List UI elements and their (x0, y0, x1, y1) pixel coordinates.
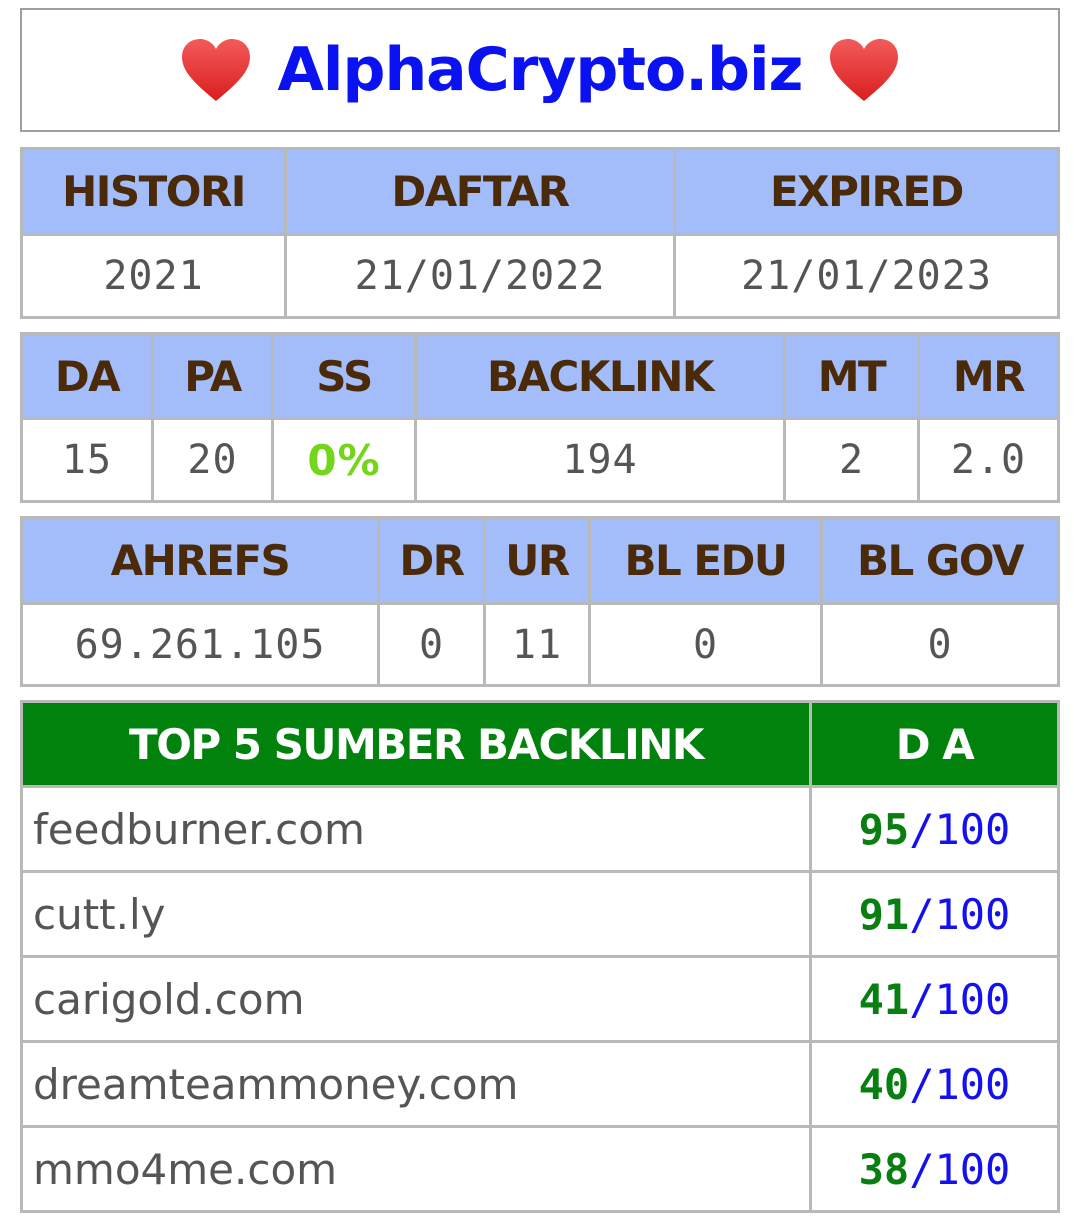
source-da: 41/100 (809, 955, 1060, 1043)
da-max: /100 (909, 1059, 1011, 1109)
da-max: /100 (909, 889, 1011, 939)
heart-icon (830, 39, 899, 101)
heart-icon (181, 39, 250, 101)
value-mt: 2 (783, 417, 920, 503)
header-backlink: BACKLINK (414, 332, 786, 420)
site-title: AlphaCrypto.biz (277, 35, 804, 105)
header-bl-edu: BL EDU (588, 516, 823, 605)
source-da: 95/100 (809, 785, 1060, 873)
da-value: 38 (858, 1144, 910, 1194)
da-value: 91 (858, 889, 910, 939)
header-ahrefs: AHREFS (20, 516, 380, 605)
da-max: /100 (909, 1144, 1011, 1194)
value-bl-gov: 0 (820, 602, 1060, 687)
header-ur: UR (483, 516, 591, 605)
header-histori: HISTORI (20, 147, 287, 236)
table-row: carigold.com 41/100 (20, 955, 1060, 1043)
source-da: 91/100 (809, 870, 1060, 958)
value-backlink: 194 (414, 417, 786, 503)
value-daftar: 21/01/2022 (284, 233, 676, 319)
header-expired: EXPIRED (673, 147, 1060, 236)
da-value: 41 (858, 974, 910, 1024)
metrics-table: DA PA SS BACKLINK MT MR 15 20 0% 194 2 2… (20, 332, 1060, 503)
header-daftar: DAFTAR (284, 147, 676, 236)
da-max: /100 (909, 804, 1011, 854)
source-site: dreamteammoney.com (20, 1040, 812, 1128)
source-site: mmo4me.com (20, 1125, 812, 1213)
da-value: 40 (858, 1059, 910, 1109)
value-pa: 20 (151, 417, 274, 503)
value-ahrefs: 69.261.105 (20, 602, 380, 687)
ahrefs-table: AHREFS DR UR BL EDU BL GOV 69.261.105 0 … (20, 516, 1060, 687)
header-da-score: D A (809, 700, 1060, 788)
value-bl-edu: 0 (588, 602, 823, 687)
value-ur: 11 (483, 602, 591, 687)
header-bl-gov: BL GOV (820, 516, 1060, 605)
header-pa: PA (151, 332, 274, 420)
header-top-sources: TOP 5 SUMBER BACKLINK (20, 700, 812, 788)
da-value: 95 (858, 804, 910, 854)
header-mr: MR (917, 332, 1060, 420)
value-mr: 2.0 (917, 417, 1060, 503)
value-dr: 0 (377, 602, 486, 687)
table-row: dreamteammoney.com 40/100 (20, 1040, 1060, 1128)
value-da: 15 (20, 417, 154, 503)
header-dr: DR (377, 516, 486, 605)
header-da: DA (20, 332, 154, 420)
da-max: /100 (909, 974, 1011, 1024)
source-da: 40/100 (809, 1040, 1060, 1128)
value-ss: 0% (271, 417, 417, 503)
source-site: carigold.com (20, 955, 812, 1043)
header-ss: SS (271, 332, 417, 420)
source-site: cutt.ly (20, 870, 812, 958)
source-site: feedburner.com (20, 785, 812, 873)
table-row: cutt.ly 91/100 (20, 870, 1060, 958)
value-histori: 2021 (20, 233, 287, 319)
top-backlink-table: TOP 5 SUMBER BACKLINK D A feedburner.com… (20, 700, 1060, 1213)
table-row: mmo4me.com 38/100 (20, 1125, 1060, 1213)
table-row: feedburner.com 95/100 (20, 785, 1060, 873)
source-da: 38/100 (809, 1125, 1060, 1213)
header-mt: MT (783, 332, 920, 420)
value-expired: 21/01/2023 (673, 233, 1060, 319)
domain-history-table: HISTORI DAFTAR EXPIRED 2021 21/01/2022 2… (20, 147, 1060, 319)
title-banner: AlphaCrypto.biz (20, 8, 1060, 132)
